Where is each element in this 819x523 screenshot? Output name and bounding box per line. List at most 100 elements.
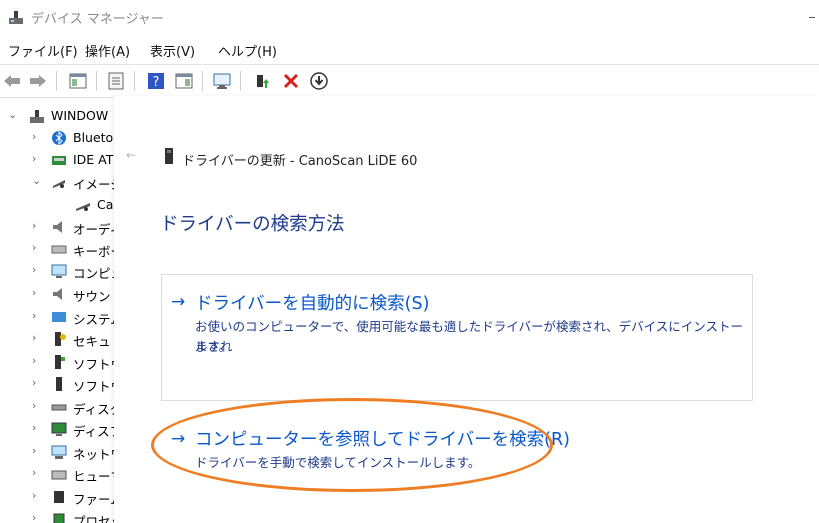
svg-text:?: ?: [153, 75, 160, 90]
dialog-title: ドライバーの更新 - CanoScan LiDE 60: [182, 154, 418, 169]
action-pane-icon[interactable]: [174, 71, 194, 91]
software-component-icon: [55, 355, 65, 369]
chevron-right-icon[interactable]: ›: [32, 130, 36, 143]
chevron-right-icon[interactable]: ›: [32, 466, 36, 479]
tree-item[interactable]: Ca: [0, 194, 114, 216]
tree-item[interactable]: › ファーム: [0, 486, 114, 508]
highlight-ellipse: [151, 398, 553, 492]
uninstall-icon[interactable]: [281, 71, 301, 91]
bluetooth-icon: [52, 130, 66, 146]
chevron-right-icon[interactable]: ›: [32, 152, 36, 165]
chevron-right-icon[interactable]: ›: [32, 376, 36, 389]
tree-item-label: ネットワ: [73, 447, 114, 462]
scanner-icon: [76, 203, 90, 211]
tree-item-label: コンピュ: [73, 266, 114, 281]
chevron-right-icon[interactable]: ›: [32, 399, 36, 412]
tree-item-label: Blueto: [73, 130, 114, 145]
chevron-right-icon[interactable]: ›: [32, 331, 36, 344]
auto-search-desc-line1: お使いのコンピューターで、使用可能な最も適したドライバーが検索され、デバイスにイ…: [195, 319, 744, 354]
update-driver-icon[interactable]: [252, 71, 272, 91]
tree-item[interactable]: › ソフトウ: [0, 351, 114, 373]
tree-item[interactable]: › キーボー: [0, 238, 114, 260]
tree-item[interactable]: › プロセッ: [0, 508, 114, 523]
tree-item[interactable]: › ネットワ: [0, 441, 114, 463]
system-icon: [52, 312, 66, 322]
tree-item-label: ソフトウ: [73, 379, 114, 394]
tree-item[interactable]: › セキュ: [0, 328, 114, 350]
processor-icon: [53, 513, 65, 523]
sound-icon: [53, 288, 62, 300]
device-icon: [165, 148, 173, 164]
imaging-device-icon: [53, 180, 65, 188]
chevron-right-icon[interactable]: ›: [32, 444, 36, 457]
back-arrow-icon[interactable]: ←: [126, 148, 136, 162]
tree-item[interactable]: › ディスク: [0, 396, 114, 418]
tree-item-label: ソフトウ: [73, 357, 114, 372]
chevron-right-icon[interactable]: ›: [32, 263, 36, 276]
auto-search-desc-line2: ます。: [195, 339, 232, 354]
tree-item[interactable]: › ヒューマ: [0, 463, 114, 485]
tree-item-label: ヒューマ: [73, 469, 114, 484]
chevron-right-icon[interactable]: ›: [32, 219, 36, 232]
toolbar: ?: [0, 64, 819, 98]
menu-file[interactable]: ファイル(F): [8, 41, 78, 60]
help-icon[interactable]: ?: [146, 71, 166, 91]
tree-item-label: Ca: [97, 197, 114, 212]
tree-item[interactable]: › ソフトウ: [0, 373, 114, 395]
download-icon[interactable]: [309, 71, 329, 91]
device-manager-icon: [9, 11, 23, 24]
computer-icon: [30, 110, 44, 123]
tree-item[interactable]: › オーディ: [0, 216, 114, 238]
menu-action[interactable]: 操作(A): [85, 41, 130, 60]
network-adapter-icon: [51, 445, 67, 459]
chevron-right-icon[interactable]: ›: [32, 286, 36, 299]
tree-item-label: ファーム: [73, 492, 114, 507]
tree-root[interactable]: ⌄ WINDOW: [0, 105, 114, 127]
software-device-icon: [56, 377, 62, 391]
tree-item-label: オーディ: [73, 222, 114, 237]
tree-item-label: サウン: [73, 289, 111, 304]
tree-item-label: キーボー: [73, 244, 114, 259]
tree-item-label: イメージ: [73, 177, 114, 192]
menu-view[interactable]: 表示(V): [150, 41, 195, 60]
menu-bar: ファイル(F) 操作(A) 表示(V) ヘルプ(H): [0, 38, 819, 62]
security-key-icon: [55, 332, 66, 346]
tree-item[interactable]: › ディスフ: [0, 418, 114, 440]
tree-item-label: セキュ: [73, 334, 111, 349]
tree-item-label: システム: [73, 312, 114, 327]
properties-icon[interactable]: [106, 71, 126, 91]
auto-search-option[interactable]: → ドライバーを自動的に検索(S) お使いのコンピューターで、使用可能な最も適し…: [161, 274, 753, 401]
ide-controller-icon: [52, 156, 66, 165]
tree-item[interactable]: › コンピュ: [0, 260, 114, 282]
tree-item[interactable]: ⌄ イメージ: [0, 171, 114, 193]
chevron-right-icon[interactable]: ›: [32, 241, 36, 254]
tree-item[interactable]: › IDE AT: [0, 149, 114, 171]
chevron-down-icon[interactable]: ⌄: [8, 108, 17, 121]
console-tree-icon[interactable]: [68, 71, 88, 91]
monitor-icon: [51, 264, 67, 278]
auto-search-title[interactable]: ドライバーを自動的に検索(S): [195, 290, 429, 315]
chevron-down-icon[interactable]: ⌄: [32, 174, 41, 187]
tree-root-label: WINDOW: [51, 108, 109, 123]
chevron-right-icon[interactable]: ›: [32, 309, 36, 322]
chevron-right-icon[interactable]: ›: [32, 354, 36, 367]
tree-item[interactable]: › Blueto: [0, 127, 114, 149]
tree-item-label: IDE AT: [73, 152, 114, 167]
page-heading: ドライバーの検索方法: [160, 214, 345, 235]
window-title: デバイス マネージャー: [31, 12, 164, 27]
scan-hardware-icon[interactable]: [212, 71, 232, 91]
tree-item[interactable]: › システム: [0, 306, 114, 328]
tree-item-label: ディスフ: [73, 424, 114, 439]
chevron-right-icon[interactable]: ›: [32, 511, 36, 523]
chevron-right-icon[interactable]: ›: [32, 489, 36, 502]
device-tree: ⌄ WINDOW › Blueto › IDE AT ⌄ イメージ Ca › オ…: [0, 100, 114, 523]
tree-item[interactable]: › サウン: [0, 283, 114, 305]
back-icon[interactable]: [2, 71, 22, 91]
chevron-right-icon[interactable]: ›: [32, 421, 36, 434]
title-bar: デバイス マネージャー: [0, 0, 819, 36]
keyboard-icon: [51, 245, 67, 254]
menu-help[interactable]: ヘルプ(H): [218, 41, 277, 60]
forward-icon[interactable]: [28, 71, 48, 91]
tree-item-label: プロセッ: [73, 514, 114, 523]
minimize-button[interactable]: [809, 17, 815, 18]
